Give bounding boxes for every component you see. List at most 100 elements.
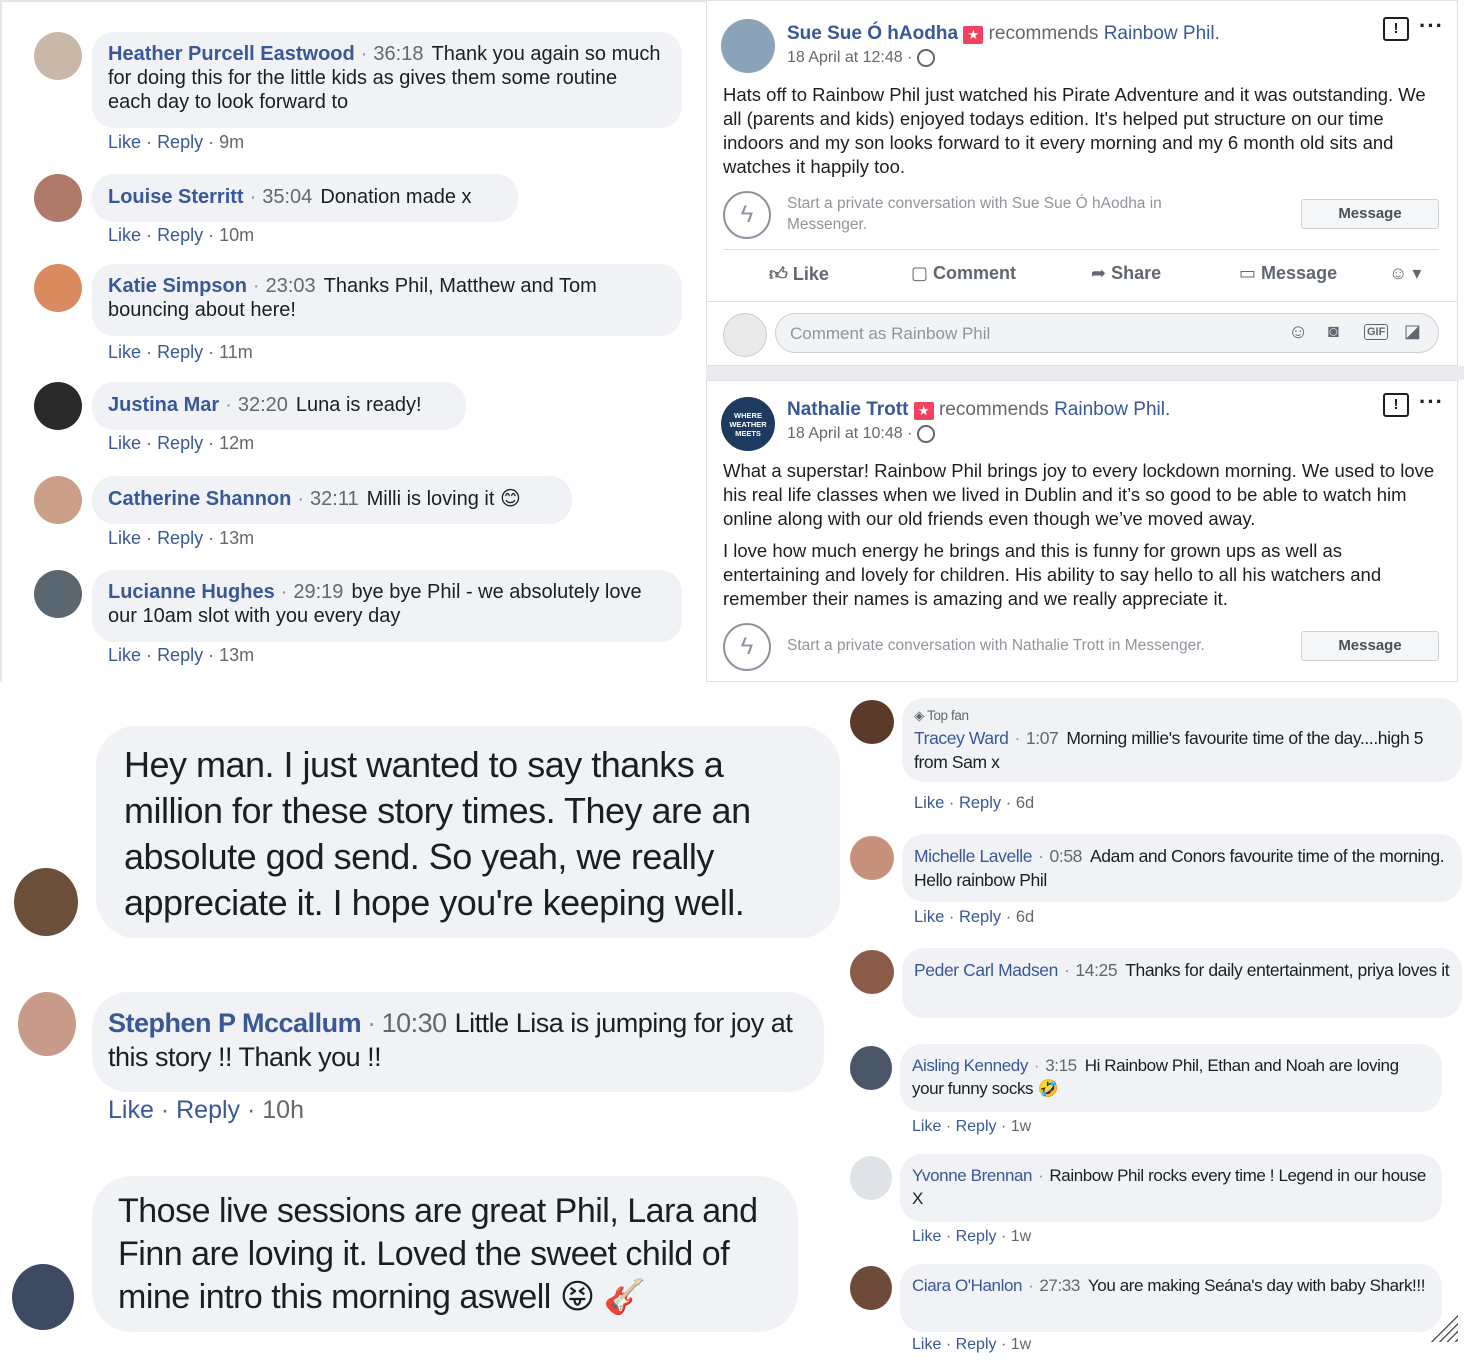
comment-age[interactable]: 11m (219, 342, 253, 362)
comment-author[interactable]: Yvonne Brennan (912, 1166, 1033, 1185)
reply-link[interactable]: Reply (959, 908, 1001, 926)
avatar[interactable] (34, 570, 82, 618)
post-timestamp[interactable]: 18 April at 10:48 · (787, 425, 912, 442)
avatar[interactable] (850, 836, 894, 880)
reply-link[interactable]: Reply (157, 433, 203, 453)
like-link[interactable]: Like (914, 794, 944, 812)
post-author[interactable]: Nathalie Trott (787, 399, 908, 420)
profile-switcher[interactable]: ☺ ▾ (1389, 263, 1421, 284)
comment-age[interactable]: 1w (1011, 1228, 1031, 1245)
message-action-button[interactable]: ▭ Message (1239, 263, 1337, 284)
comment-age[interactable]: 6d (1016, 908, 1034, 926)
like-link[interactable]: Like (108, 645, 141, 665)
reply-link[interactable]: Reply (157, 225, 203, 245)
avatar[interactable] (34, 476, 82, 524)
avatar[interactable] (850, 700, 894, 744)
page-link[interactable]: Rainbow Phil. (1104, 23, 1220, 44)
comment-author[interactable]: Tracey Ward (914, 728, 1009, 748)
like-link[interactable]: Like (108, 528, 141, 548)
reply-link[interactable]: Reply (956, 1118, 997, 1135)
comment-age[interactable]: 1w (1011, 1336, 1031, 1353)
comment-age[interactable]: 10m (219, 225, 254, 245)
comment-age[interactable]: 13m (219, 645, 254, 665)
like-link[interactable]: Like (912, 1336, 941, 1353)
report-icon[interactable]: ! (1383, 17, 1409, 41)
comment-timestamp[interactable]: 32:11 (310, 488, 359, 510)
default-avatar-icon[interactable] (850, 1156, 892, 1200)
comment-timestamp[interactable]: 1:07 (1026, 728, 1059, 748)
avatar[interactable] (850, 1046, 892, 1090)
comment-author[interactable]: Justina Mar (108, 394, 219, 416)
like-link[interactable]: Like (108, 342, 141, 362)
page-avatar[interactable]: WHERE WEATHER MEETS (721, 397, 775, 451)
post-author[interactable]: Sue Sue Ó hAodha (787, 23, 958, 44)
reply-link[interactable]: Reply (157, 342, 203, 362)
comment-timestamp[interactable]: 27:33 (1039, 1276, 1080, 1295)
comment-timestamp[interactable]: 3:15 (1045, 1056, 1077, 1075)
camera-icon[interactable]: ◙ (1328, 321, 1339, 342)
more-options-icon[interactable]: ··· (1419, 389, 1444, 415)
comment-timestamp[interactable]: 10:30 (382, 1008, 448, 1038)
comment-author[interactable]: Stephen P Mccallum (108, 1008, 362, 1038)
message-button[interactable]: Message (1301, 199, 1439, 229)
comment-author[interactable]: Ciara O'Hanlon (912, 1276, 1022, 1295)
comment-author[interactable]: Michelle Lavelle (914, 846, 1033, 866)
report-icon[interactable]: ! (1383, 393, 1409, 417)
comment-author[interactable]: Peder Carl Madsen (914, 960, 1058, 980)
comment-timestamp[interactable]: 36:18 (373, 43, 423, 65)
comment-input[interactable]: Comment as Rainbow Phil ☺ ◙ GIF ◪ (775, 313, 1439, 353)
sticker-icon[interactable]: ◪ (1404, 321, 1421, 342)
comment-age[interactable]: 1w (1011, 1118, 1031, 1135)
avatar[interactable] (721, 19, 775, 73)
more-options-icon[interactable]: ··· (1419, 13, 1444, 39)
comment-author[interactable]: Louise Sterritt (108, 186, 244, 208)
like-link[interactable]: Like (108, 132, 141, 152)
page-link[interactable]: Rainbow Phil. (1054, 399, 1170, 420)
avatar[interactable] (850, 950, 894, 994)
gif-icon[interactable]: GIF (1364, 324, 1389, 340)
reply-link[interactable]: Reply (956, 1336, 997, 1353)
reply-link[interactable]: Reply (157, 528, 203, 548)
comment-button[interactable]: ▢ Comment (911, 263, 1016, 284)
comment-timestamp[interactable]: 14:25 (1075, 960, 1117, 980)
avatar[interactable] (850, 1266, 892, 1310)
like-button[interactable]: 👍︎ Like (769, 263, 829, 285)
reply-link[interactable]: Reply (157, 645, 203, 665)
reply-link[interactable]: Reply (959, 794, 1001, 812)
comment-age[interactable]: 12m (219, 433, 254, 453)
post-timestamp[interactable]: 18 April at 12:48 · (787, 49, 912, 66)
like-link[interactable]: Like (108, 1096, 154, 1124)
avatar[interactable] (34, 264, 82, 312)
reply-link[interactable]: Reply (157, 132, 203, 152)
comment-age[interactable]: 6d (1016, 794, 1034, 812)
comment-age[interactable]: 10h (262, 1096, 304, 1124)
like-link[interactable]: Like (108, 225, 141, 245)
like-link[interactable]: Like (108, 433, 141, 453)
comment-author[interactable]: Aisling Kennedy (912, 1056, 1028, 1075)
comment-author[interactable]: Lucianne Hughes (108, 581, 275, 603)
like-link[interactable]: Like (914, 908, 944, 926)
comment-age[interactable]: 9m (219, 132, 244, 152)
comment-age[interactable]: 13m (219, 528, 254, 548)
avatar[interactable] (18, 992, 76, 1056)
comment-timestamp[interactable]: 0:58 (1050, 846, 1083, 866)
avatar[interactable] (14, 868, 78, 936)
message-button[interactable]: Message (1301, 631, 1439, 661)
emoji-icon[interactable]: ☺ (1288, 321, 1308, 344)
avatar[interactable] (34, 382, 82, 430)
avatar[interactable] (12, 1264, 74, 1330)
comment-author[interactable]: Katie Simpson (108, 275, 247, 297)
reply-link[interactable]: Reply (176, 1096, 240, 1124)
like-link[interactable]: Like (912, 1118, 941, 1135)
reply-link[interactable]: Reply (956, 1228, 997, 1245)
avatar[interactable] (34, 32, 82, 80)
like-link[interactable]: Like (912, 1228, 941, 1245)
comment-timestamp[interactable]: 23:03 (266, 275, 316, 297)
share-button[interactable]: ➦ Share (1091, 263, 1161, 284)
comment-timestamp[interactable]: 29:19 (293, 581, 343, 603)
comment-timestamp[interactable]: 32:20 (238, 394, 288, 416)
avatar[interactable] (34, 174, 82, 222)
comment-author[interactable]: Heather Purcell Eastwood (108, 43, 355, 65)
comment-author[interactable]: Catherine Shannon (108, 488, 291, 510)
comment-timestamp[interactable]: 35:04 (262, 186, 312, 208)
